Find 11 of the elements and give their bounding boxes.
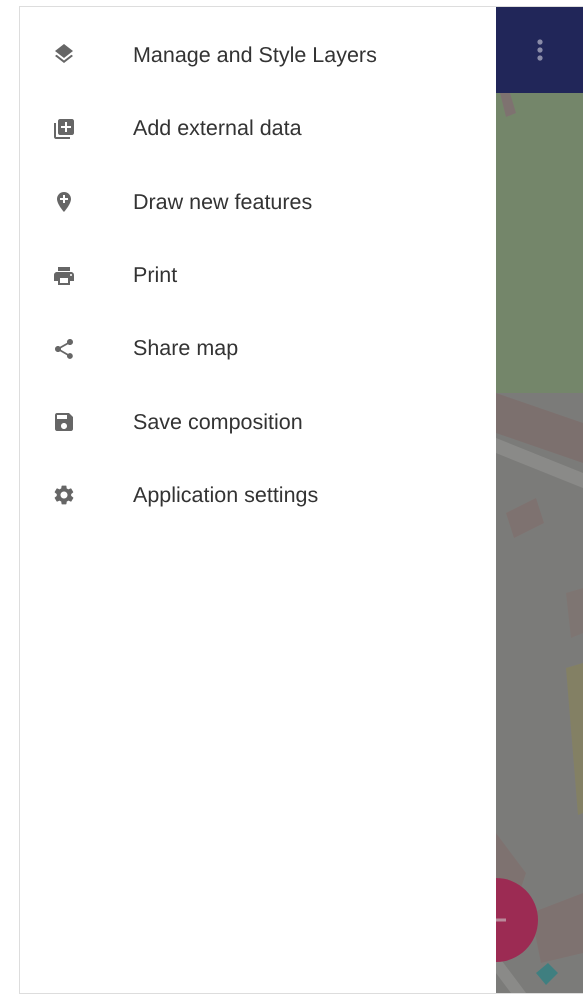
menu-item[interactable]: Manage and Style Layers [20,19,496,92]
settings-icon [52,483,76,508]
more-options-icon[interactable] [536,39,542,61]
menu-item[interactable]: Application settings [20,458,496,532]
menu-item[interactable]: Share map [20,312,496,386]
menu-item[interactable]: Draw new features [20,166,496,239]
menu-item[interactable]: Add external data [20,92,496,166]
menu-item[interactable]: Save composition [20,385,496,459]
menu-item[interactable]: Print [20,238,496,312]
share-icon [52,336,76,361]
add-to-stack-icon [52,116,76,141]
